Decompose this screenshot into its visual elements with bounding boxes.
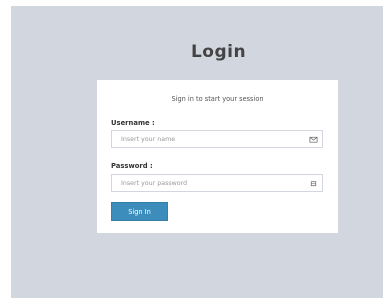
lock-icon [310, 181, 317, 187]
username-label: Username : [111, 119, 155, 127]
page-title: Login [190, 42, 247, 62]
envelope-icon [309, 136, 318, 143]
login-page: Login Sign in to start your session User… [11, 6, 383, 298]
login-box: Sign in to start your session Username :… [97, 80, 338, 233]
username-input[interactable] [111, 130, 323, 148]
sign-in-button[interactable]: Sign In [111, 202, 168, 221]
login-box-message: Sign in to start your session [171, 95, 264, 103]
password-label: Password : [111, 162, 153, 170]
password-input[interactable] [111, 174, 323, 192]
